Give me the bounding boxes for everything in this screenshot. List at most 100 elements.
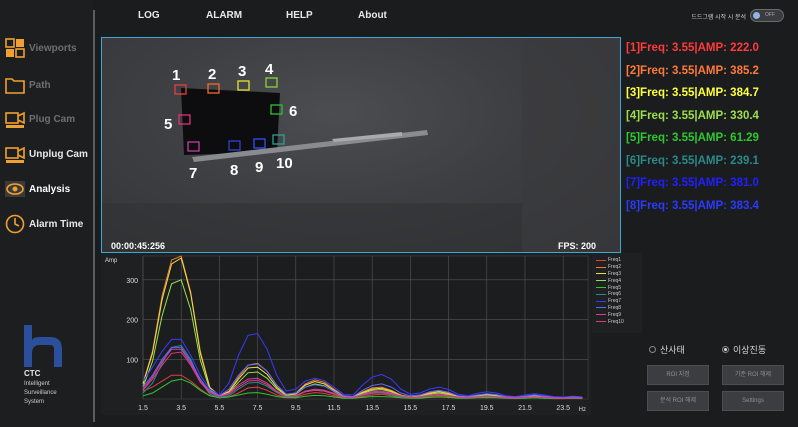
menu-bar: LOG ALARM HELP About 드드그램 시작 시 분석 OFF: [96, 0, 798, 34]
folder-icon: [5, 78, 25, 94]
menu-log[interactable]: LOG: [138, 10, 160, 21]
logo-name: CTC: [24, 369, 41, 378]
roi-label: 10: [276, 155, 293, 172]
release-reference-roi-button[interactable]: 기준 ROI 해제: [722, 365, 784, 385]
unplug-cam-icon: [5, 146, 25, 163]
roi-box[interactable]: [265, 77, 278, 88]
roi-readout: [4]Freq: 3.55|AMP: 330.4: [626, 109, 759, 122]
logo-tagline-3: System: [24, 399, 45, 405]
camera-viewport[interactable]: 1 2 3 4 5 6 7 8 9 10 00:00:45:256 FPS: 200: [101, 37, 621, 253]
menu-about[interactable]: About: [358, 10, 387, 21]
roi-label: 5: [164, 116, 172, 133]
roi-label: 9: [255, 159, 263, 176]
x-tick-label: 11.5: [327, 405, 340, 412]
x-tick-label: 19.5: [480, 405, 494, 412]
x-tick-label: 15.5: [404, 405, 418, 412]
radio-dot: [722, 346, 729, 353]
legend-label: Freq9: [608, 311, 622, 318]
timecode: 00:00:45:256: [111, 241, 166, 251]
roi-label: 4: [265, 61, 274, 78]
y-tick-label: 300: [126, 278, 138, 285]
sidebar-item-plug-cam[interactable]: Plug Cam: [4, 106, 92, 132]
x-tick-label: 9.5: [291, 405, 301, 412]
legend-swatch: [596, 259, 606, 261]
x-tick-label: 17.5: [442, 405, 456, 412]
set-roi-button[interactable]: ROI 지정: [647, 365, 709, 385]
legend-swatch: [596, 321, 606, 323]
camera-scene: 1 2 3 4 5 6 7 8 9 10: [102, 38, 620, 252]
auto-analysis-toggle[interactable]: OFF: [750, 9, 784, 22]
clock-icon: [5, 214, 25, 234]
chart-legend: Freq1 Freq2 Freq3 Freq4 Freq5 Freq6 Freq7 Freq8…: [592, 253, 642, 333]
analysis-controls: 산사태 이상진동 ROI 지정 기준 ROI 해제 분석 ROI 해제 Sett…: [592, 333, 798, 427]
mode-landslide-radio[interactable]: 산사태: [649, 343, 685, 356]
menu-alarm[interactable]: ALARM: [206, 10, 242, 21]
sidebar-divider: [93, 10, 95, 422]
radio-label: 산사태: [660, 345, 685, 355]
x-tick-label: 5.5: [215, 405, 225, 412]
legend-swatch: [596, 300, 606, 302]
legend-entry: Freq4: [592, 277, 642, 284]
y-tick-label: 200: [126, 318, 138, 325]
legend-swatch: [596, 314, 606, 316]
legend-label: Freq6: [608, 291, 622, 298]
sidebar-item-label: Plug Cam: [29, 113, 76, 125]
x-axis-label: Hz: [579, 407, 586, 413]
y-axis-label: Amp: [105, 258, 118, 264]
legend-label: Freq3: [608, 270, 622, 277]
toggle-state: OFF: [765, 12, 775, 18]
sidebar-item-label: Alarm Time: [29, 218, 84, 230]
spectrum-chart[interactable]: 1.5 3.5 5.5 7.5 9.5 11.5 13.5 15.5 17.5 19.5 21.5 2…: [101, 253, 591, 415]
sidebar-item-label: Path: [29, 79, 51, 91]
sidebar-item-path[interactable]: Path: [4, 72, 92, 98]
roi-readout: [3]Freq: 3.55|AMP: 384.7: [626, 87, 759, 99]
sidebar-item-analysis[interactable]: Analysis: [4, 176, 92, 202]
x-tick-label: 13.5: [365, 405, 379, 412]
sidebar-item-viewports[interactable]: Viewports: [4, 35, 92, 61]
legend-entry: Freq8: [592, 305, 642, 312]
analysis-eye-icon: [5, 181, 25, 197]
sidebar: Viewports Path Plug Cam Unplug Cam Analy…: [0, 0, 93, 427]
roi-label: 2: [208, 66, 216, 83]
x-tick-label: 7.5: [253, 405, 263, 412]
viewports-icon: [5, 38, 25, 58]
legend-label: Freq1: [608, 257, 622, 264]
roi-readout-list: [1]Freq: 3.55|AMP: 222.0 [2]Freq: 3.55|A…: [626, 37, 796, 257]
roi-label: 8: [230, 162, 238, 179]
legend-entry: Freq3: [592, 271, 642, 278]
fps-readout: FPS: 200: [557, 241, 596, 251]
legend-entry: Freq7: [592, 298, 642, 305]
mode-vibration-radio[interactable]: 이상진동: [722, 343, 766, 356]
ctc-logo: [24, 325, 62, 367]
legend-swatch: [596, 307, 606, 309]
settings-button[interactable]: Settings: [722, 391, 784, 411]
roi-label: 7: [189, 165, 197, 182]
legend-label: Freq2: [608, 264, 622, 271]
sidebar-item-unplug-cam[interactable]: Unplug Cam: [4, 141, 92, 167]
logo-tagline-2: Surveillance: [24, 390, 57, 396]
roi-box[interactable]: [237, 80, 250, 91]
roi-label: 3: [238, 63, 246, 80]
legend-swatch: [596, 280, 606, 282]
roi-readout: [2]Freq: 3.55|AMP: 385.2: [626, 64, 759, 77]
plug-cam-icon: [5, 111, 25, 128]
x-tick-label: 21.5: [518, 405, 532, 412]
toggle-knob: [753, 12, 760, 19]
menu-help[interactable]: HELP: [286, 10, 313, 21]
roi-readout: [5]Freq: 3.55|AMP: 61.29: [626, 132, 759, 144]
legend-entry: Freq6: [592, 291, 642, 298]
sidebar-item-alarm-time[interactable]: Alarm Time: [4, 211, 92, 237]
legend-label: Freq8: [608, 304, 622, 311]
legend-label: Freq7: [608, 298, 622, 305]
legend-swatch: [596, 287, 606, 289]
roi-readout: [7]Freq: 3.55|AMP: 381.0: [626, 177, 759, 189]
legend-label: Freq4: [608, 277, 622, 284]
x-tick-label: 1.5: [138, 405, 148, 412]
legend-label: Freq5: [608, 284, 622, 291]
sidebar-item-label: Analysis: [29, 183, 71, 195]
legend-entry: Freq2: [592, 264, 642, 271]
radio-dot: [649, 346, 656, 353]
release-analysis-roi-button[interactable]: 분석 ROI 해제: [647, 391, 709, 411]
roi-readout: [8]Freq: 3.55|AMP: 383.4: [626, 199, 759, 212]
sidebar-item-label: Unplug Cam: [29, 148, 88, 160]
